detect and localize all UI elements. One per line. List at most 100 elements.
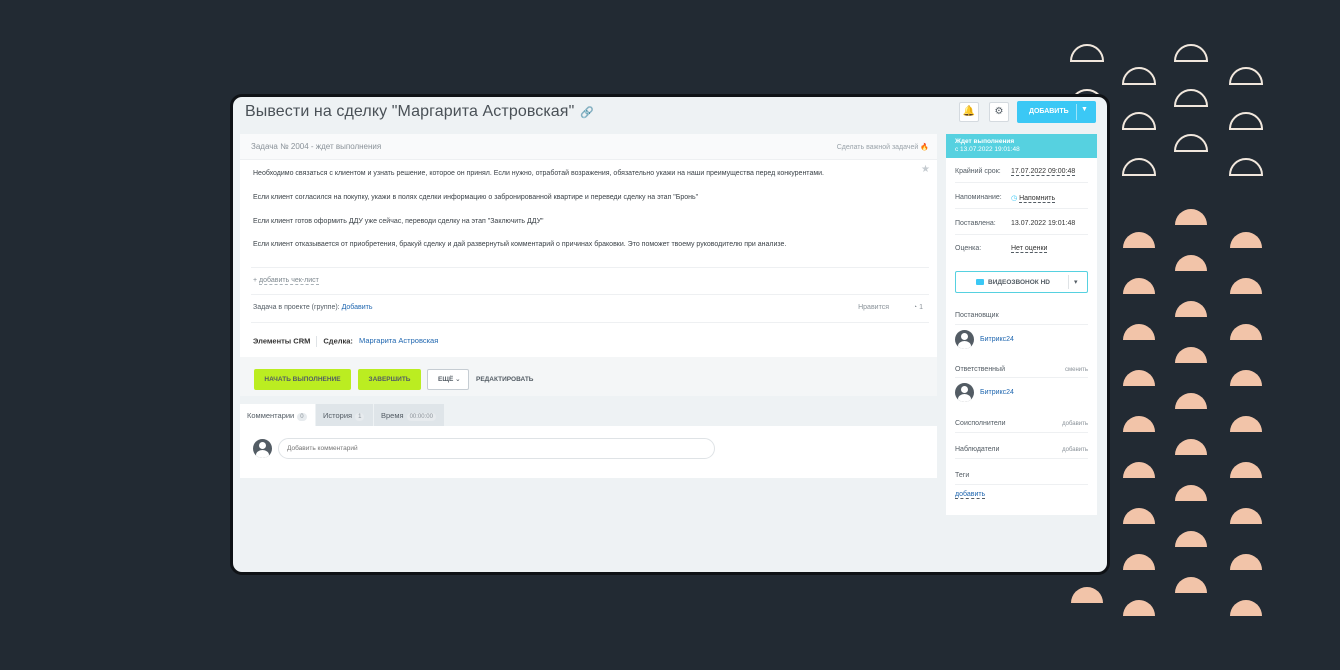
reminder-row: Напоминание: ◷ Напомнить bbox=[955, 194, 1088, 203]
semicircle-shape bbox=[1069, 44, 1105, 62]
more-button[interactable]: ЕЩЁ ⌄ bbox=[427, 369, 469, 390]
description-paragraph: Если клиент согласился на покупку, укажи… bbox=[253, 194, 699, 201]
like-button[interactable]: Нравится bbox=[858, 304, 889, 311]
crm-label: Элементы CRM bbox=[253, 336, 311, 346]
deal-link[interactable]: Маргарита Астровская bbox=[359, 336, 438, 345]
page-title: Вывести на сделку "Маргарита Астровская"… bbox=[245, 103, 594, 121]
chevron-down-icon[interactable]: ▼ bbox=[1081, 106, 1088, 113]
semicircle-shape bbox=[1123, 416, 1155, 432]
divider bbox=[251, 267, 929, 268]
tab-label: Комментарии bbox=[247, 411, 295, 420]
add-checklist-label: добавить чек-лист bbox=[259, 277, 319, 285]
comment-input[interactable] bbox=[278, 438, 715, 459]
deadline-label: Крайний срок: bbox=[955, 168, 1001, 175]
tab-label: Время bbox=[381, 411, 404, 420]
semicircle-shape bbox=[1175, 255, 1207, 271]
tab-count: 00:00:00 bbox=[406, 413, 436, 421]
responsible-title: Ответственный bbox=[955, 366, 1005, 373]
description-paragraph: Если клиент отказывается от приобретения… bbox=[253, 241, 787, 248]
project-label: Задача в проекте (группе): bbox=[253, 304, 340, 311]
avatar bbox=[955, 383, 974, 402]
divider bbox=[955, 377, 1088, 378]
add-tag-link[interactable]: добавить bbox=[955, 491, 986, 499]
clock-icon: ◷ bbox=[1011, 195, 1018, 202]
reminder-link[interactable]: ◷ Напомнить bbox=[1011, 194, 1056, 203]
make-important-label: Сделать важной задачей bbox=[836, 144, 919, 151]
start-task-button[interactable]: НАЧАТЬ ВЫПОЛНЕНИЕ bbox=[254, 369, 351, 390]
observers-title: Наблюдатели bbox=[955, 446, 1000, 453]
video-call-button[interactable]: ВИДЕОЗВОНОК HD ▾ bbox=[955, 271, 1088, 293]
creator-title: Постановщик bbox=[955, 312, 999, 319]
semicircle-shape bbox=[1123, 508, 1155, 524]
task-topbar: Вывести на сделку "Маргарита Астровская"… bbox=[233, 97, 1107, 131]
semicircle-shape bbox=[1175, 393, 1207, 409]
add-button-divider bbox=[1076, 104, 1077, 120]
add-observer-link[interactable]: добавить bbox=[1062, 447, 1088, 453]
tags-title: Теги bbox=[955, 472, 970, 479]
bell-icon[interactable]: 🔔 bbox=[959, 102, 979, 122]
status-title: Ждет выполнения bbox=[955, 138, 1015, 145]
divider bbox=[955, 484, 1088, 485]
project-add-link[interactable]: Добавить bbox=[342, 304, 373, 311]
status-badge: Ждет выполнения с 13.07.2022 19:01:48 bbox=[946, 134, 1097, 158]
semicircle-shape bbox=[1173, 89, 1209, 107]
semicircle-shape bbox=[1123, 462, 1155, 478]
semicircle-shape bbox=[1228, 112, 1264, 130]
tab-comments[interactable]: Комментарии 0 bbox=[240, 404, 315, 426]
chevron-down-icon[interactable]: ▾ bbox=[1074, 278, 1078, 286]
link-icon[interactable]: 🔗 bbox=[580, 107, 594, 119]
star-icon[interactable]: ★ bbox=[921, 164, 930, 175]
created-label: Поставлена: bbox=[955, 220, 996, 227]
add-button[interactable]: ДОБАВИТЬ ▼ bbox=[1017, 101, 1096, 123]
creator-user-link[interactable]: Битрикс24 bbox=[980, 336, 1014, 343]
description-paragraph: Если клиент готов оформить ДДУ уже сейча… bbox=[253, 218, 544, 225]
finish-task-button[interactable]: ЗАВЕРШИТЬ bbox=[358, 369, 421, 390]
tab-time[interactable]: Время 00:00:00 bbox=[374, 404, 444, 426]
semicircle-shape bbox=[1123, 278, 1155, 294]
task-number-status: Задача № 2004 - ждет выполнения bbox=[251, 142, 382, 151]
task-card: Задача № 2004 - ждет выполнения Сделать … bbox=[240, 134, 937, 394]
semicircle-shape bbox=[1230, 232, 1262, 248]
semicircle-shape bbox=[1173, 44, 1209, 62]
tab-history[interactable]: История 1 bbox=[316, 404, 373, 426]
deadline-value[interactable]: 17.07.2022 09:00:48 bbox=[1011, 168, 1076, 176]
semicircle-shape bbox=[1121, 67, 1157, 85]
responsible-user-link[interactable]: Битрикс24 bbox=[980, 389, 1014, 396]
semicircle-shape bbox=[1228, 67, 1264, 85]
divider bbox=[955, 432, 1088, 433]
description-paragraph: Необходимо связаться с клиентом и узнать… bbox=[253, 170, 824, 177]
created-value: 13.07.2022 19:01:48 bbox=[1011, 220, 1076, 227]
divider bbox=[251, 294, 929, 295]
gear-icon[interactable]: ⚙ bbox=[989, 102, 1009, 122]
tab-count: 1 bbox=[355, 413, 365, 421]
semicircle-shape bbox=[1121, 158, 1157, 176]
add-coexecutor-link[interactable]: добавить bbox=[1062, 421, 1088, 427]
change-responsible-link[interactable]: сменить bbox=[1065, 367, 1088, 373]
semicircle-shape bbox=[1175, 209, 1207, 225]
task-title-text: Вывести на сделку "Маргарита Астровская" bbox=[245, 103, 575, 120]
flame-icon: 🔥 bbox=[920, 144, 929, 151]
semicircle-shape bbox=[1230, 508, 1262, 524]
reminder-value: Напомнить bbox=[1019, 195, 1056, 203]
task-header: Задача № 2004 - ждет выполнения Сделать … bbox=[240, 134, 937, 160]
semicircle-shape bbox=[1230, 324, 1262, 340]
semicircle-shape bbox=[1230, 416, 1262, 432]
divider bbox=[955, 458, 1088, 459]
rating-value[interactable]: Нет оценки bbox=[1011, 245, 1048, 253]
divider bbox=[251, 322, 929, 323]
deal-label: Сделка: bbox=[323, 336, 353, 346]
semicircle-shape bbox=[1123, 554, 1155, 570]
semicircle-shape bbox=[1228, 158, 1264, 176]
coexecutors-title: Соисполнители bbox=[955, 420, 1006, 427]
eye-icon: ◔ bbox=[912, 304, 918, 311]
semicircle-shape bbox=[1230, 278, 1262, 294]
semicircle-shape bbox=[1230, 370, 1262, 386]
add-checklist-link[interactable]: + добавить чек-лист bbox=[253, 277, 319, 285]
reminder-label: Напоминание: bbox=[955, 194, 1002, 201]
divider bbox=[955, 182, 1088, 183]
make-important-link[interactable]: Сделать важной задачей 🔥 bbox=[837, 143, 929, 151]
edit-button[interactable]: РЕДАКТИРОВАТЬ bbox=[476, 376, 533, 383]
task-sidebar: Ждет выполнения с 13.07.2022 19:01:48 Кр… bbox=[946, 134, 1097, 515]
semicircle-shape bbox=[1230, 462, 1262, 478]
divider bbox=[1068, 275, 1069, 289]
